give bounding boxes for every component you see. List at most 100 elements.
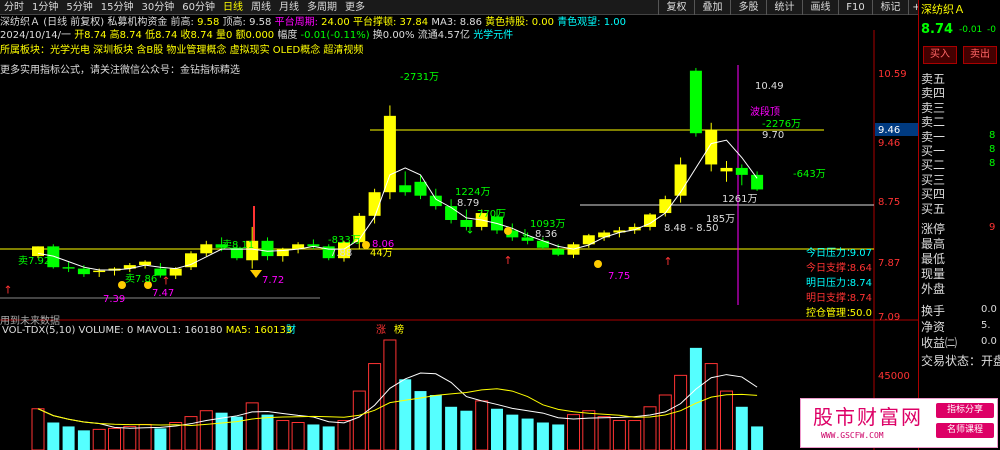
quote-panel: 深纺织Ａ 8.74 -0.01 买入 卖出 -0 卖五 卖四 卖三 卖二 卖一 8 买一 8 买二… — [918, 0, 1000, 450]
period-tab-7[interactable]: 周线 — [247, 0, 275, 15]
watermark-tag-course[interactable]: 名师课程 — [936, 423, 994, 438]
volume-bar — [628, 420, 642, 450]
level-label: 今日压力： — [806, 246, 856, 259]
volume-bar — [506, 414, 519, 450]
volume-bar — [414, 391, 427, 450]
period-tab-10[interactable]: 更多 — [341, 0, 369, 15]
order-book-value: 8 — [989, 158, 996, 170]
quote-extra-value: 0.0 — [981, 336, 997, 347]
volume-bar — [735, 406, 748, 450]
period-tab-9[interactable]: 多周期 — [303, 0, 341, 15]
candle-body — [32, 246, 44, 257]
annotation-label: -2276万 — [762, 119, 801, 130]
period-tab-8[interactable]: 月线 — [275, 0, 303, 15]
volume-bar — [643, 406, 657, 450]
buy-button[interactable]: 买入 — [923, 46, 957, 64]
period-tab-5[interactable]: 60分钟 — [178, 0, 219, 15]
price-axis-tick: 8.75 — [878, 197, 900, 208]
candle-body — [598, 232, 611, 238]
toolbar-button-6[interactable]: 标记 — [872, 0, 908, 15]
order-book-label: 买五 — [921, 201, 946, 216]
period-tab-6[interactable]: 日线 — [219, 0, 247, 15]
quote-extra-label: 收益㈡ — [921, 336, 958, 350]
volume-bar — [368, 363, 382, 450]
annotation-label: 波段顶 — [750, 105, 780, 118]
annotation-label: 8.36 — [535, 229, 557, 240]
volume-bar — [582, 410, 596, 450]
level-label: 控仓管理： — [806, 306, 856, 319]
order-book-label: 卖五 — [921, 72, 946, 86]
candle-body — [93, 270, 106, 273]
volume-bar — [261, 414, 274, 450]
order-book-label: 买四 — [921, 187, 946, 202]
watermark-url: WWW.GSCFW.COM — [821, 431, 884, 440]
buy-arrow: ↑ — [503, 254, 512, 267]
signal-dot — [504, 227, 512, 235]
period-tab-2[interactable]: 5分钟 — [62, 0, 96, 15]
price-axis-tick: 7.87 — [878, 258, 900, 269]
quote-stat-label: 外盘 — [921, 282, 946, 296]
watermark-tag-share[interactable]: 指标分享 — [936, 403, 994, 418]
annotation-label: 卖7.92 — [18, 255, 50, 267]
volume-bar — [720, 390, 733, 450]
volume-bar — [658, 394, 672, 450]
annotation-label: -2731万 — [400, 72, 439, 83]
period-tab-0[interactable]: 分时 — [0, 0, 28, 15]
volume-bar — [612, 420, 626, 450]
volume-bar — [307, 424, 320, 450]
volume-bar — [92, 428, 106, 450]
level-value: 8.74 — [850, 278, 872, 289]
candle-body — [200, 244, 213, 254]
buy-arrow: ↑ — [663, 255, 672, 268]
kline-chart[interactable]: ↑ ↑ ↑ ↑ ↓ ↓ -2731万 10.49 波段顶-2276万9.70 -643万 1261万… — [0, 15, 918, 450]
price-axis-tick: 9.46 — [878, 138, 900, 149]
annotation-label: 涨 — [376, 324, 386, 336]
level-value: 8.74 — [850, 293, 872, 304]
volume-bar — [567, 414, 580, 450]
volume-bar — [322, 426, 335, 450]
toolbar-button-2[interactable]: 多股 — [730, 0, 766, 15]
vol-axis-tick: 45000 — [878, 371, 910, 382]
candle-body — [383, 115, 396, 193]
toolbar-button-1[interactable]: 叠加 — [694, 0, 730, 15]
level-label: 今日支撑： — [806, 261, 856, 274]
order-book-label: 卖四 — [921, 86, 946, 101]
annotation-label: 7.88 — [330, 248, 352, 259]
quote-stock-name: 深纺织Ａ — [921, 3, 965, 16]
candle-body — [368, 192, 381, 216]
quote-extra-label: 净资 — [921, 320, 946, 334]
period-tab-1[interactable]: 1分钟 — [28, 0, 62, 15]
vol-header-part: VOL-TDX(5,10) — [2, 325, 75, 336]
volume-bar — [383, 339, 397, 450]
candle-body — [689, 70, 702, 134]
volume-bar — [429, 395, 442, 450]
toolbar-button-5[interactable]: F10 — [838, 0, 872, 15]
volume-bar — [521, 418, 534, 450]
annotation-label: 10.49 — [755, 81, 784, 92]
volume-bar — [491, 408, 503, 450]
sell-button[interactable]: 卖出 — [963, 46, 997, 64]
volume-bar — [108, 427, 121, 450]
toolbar-button-0[interactable]: 复权 — [658, 0, 694, 15]
quote-change: -0.01 — [959, 25, 983, 35]
level-value: 50.0 — [850, 308, 872, 319]
candle-body — [674, 164, 687, 196]
annotation-label: 卖8.11 — [222, 239, 254, 251]
period-tab-3[interactable]: 15分钟 — [97, 0, 138, 15]
volume-bar — [154, 428, 167, 450]
period-tab-4[interactable]: 30分钟 — [137, 0, 178, 15]
candle-body — [62, 267, 75, 269]
toolbar-button-3[interactable]: 统计 — [766, 0, 802, 15]
vol-header-part: MAVOL1: 160180 — [133, 325, 222, 336]
quote-stat-label: 最低 — [921, 252, 946, 266]
annotation-label: 卖7.86 — [125, 273, 157, 285]
volume-bar — [751, 426, 764, 450]
order-book-label: 买三 — [921, 172, 946, 187]
signal-dot — [362, 241, 370, 249]
quote-extra-value: 5. — [981, 320, 991, 331]
quote-extra-value: 0.0 — [981, 304, 997, 315]
buy-arrow: ↑ — [3, 284, 12, 297]
toolbar-button-4[interactable]: 画线 — [802, 0, 838, 15]
volume-bar — [352, 390, 366, 450]
volume-bar — [460, 410, 473, 450]
